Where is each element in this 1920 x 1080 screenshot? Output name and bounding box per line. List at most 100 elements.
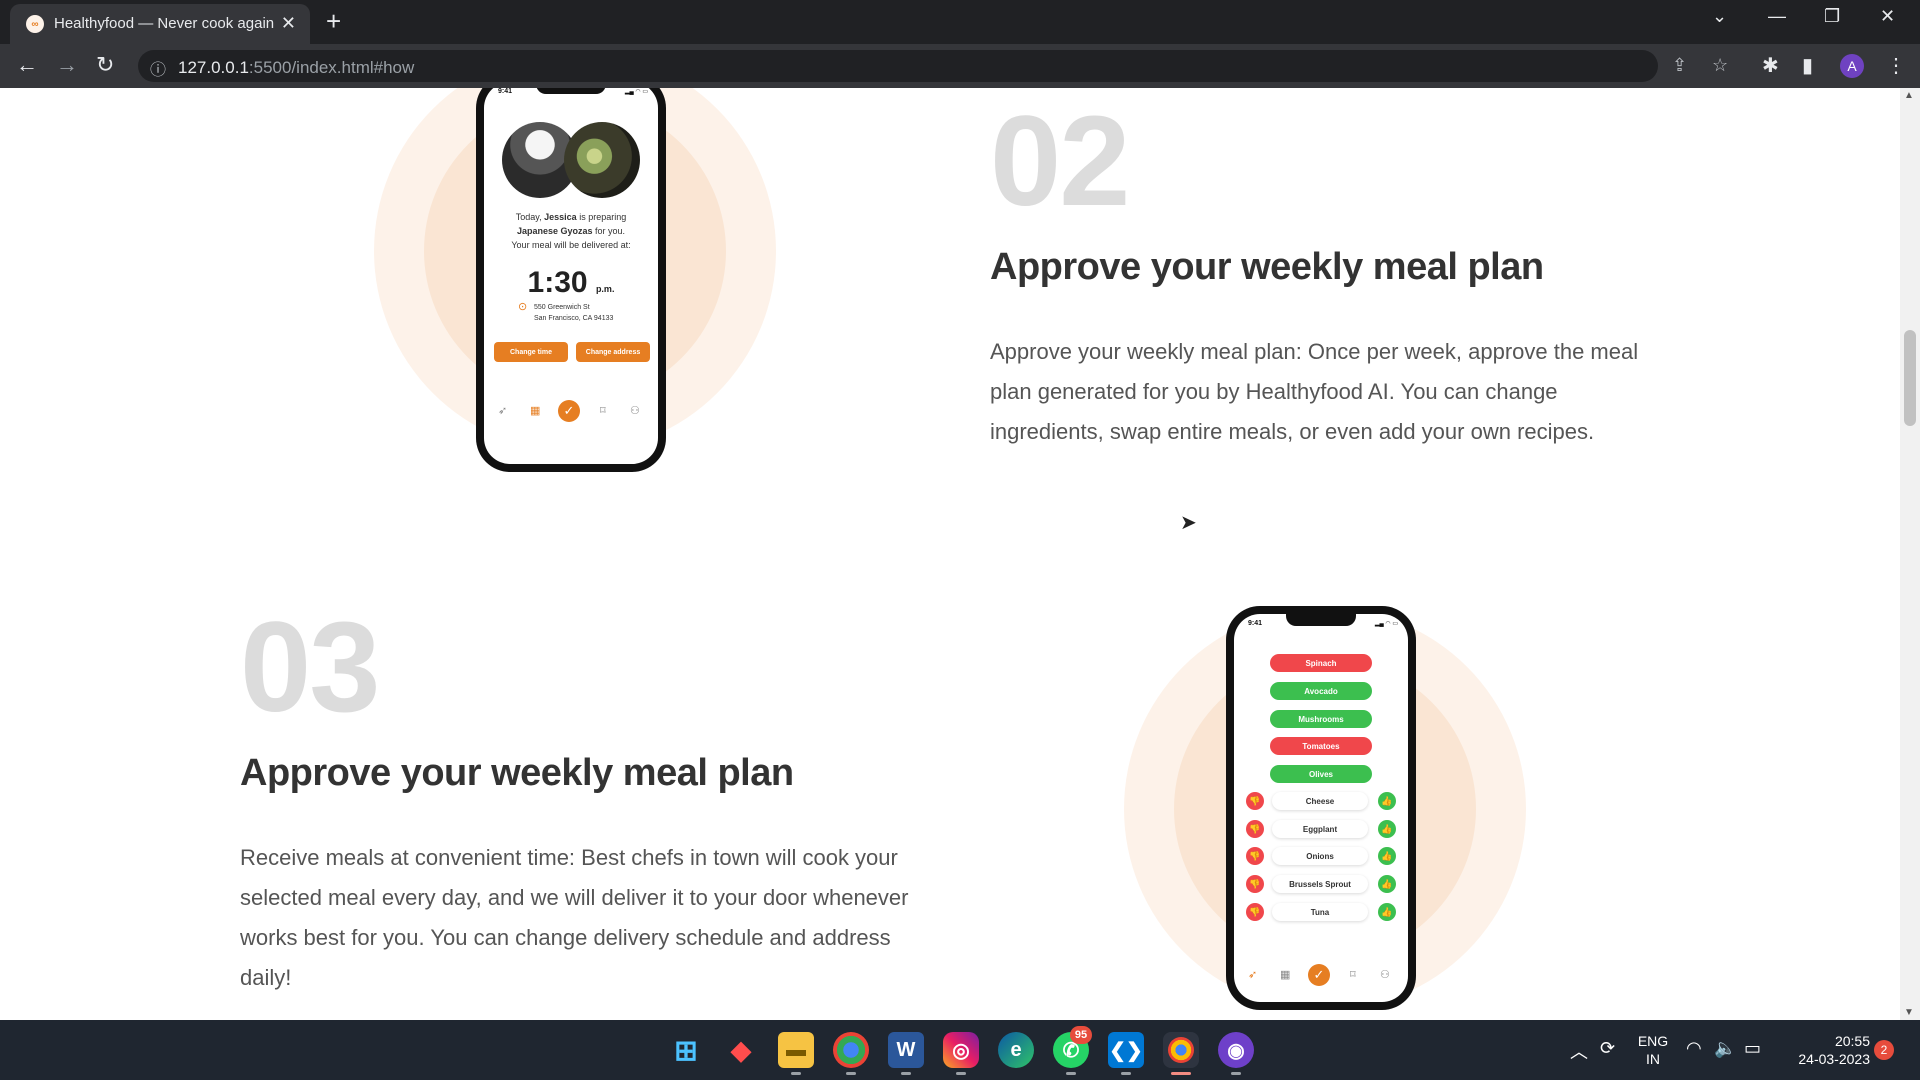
thumbs-up-icon[interactable]: 👍 xyxy=(1378,847,1396,865)
back-button[interactable]: ← xyxy=(16,52,38,78)
ingredient-pill[interactable]: Mushrooms xyxy=(1270,710,1372,728)
share-icon[interactable]: ⇪ xyxy=(1672,55,1687,76)
delivery-address: 550 Greenwich St San Francisco, CA 94133 xyxy=(534,304,614,322)
running-indicator xyxy=(791,1072,801,1075)
change-address-button[interactable]: Change address xyxy=(576,342,650,362)
bookmark-icon[interactable]: ⌑ xyxy=(600,404,606,417)
instagram-icon[interactable]: ◎ xyxy=(943,1032,979,1068)
whatsapp-badge: 95 xyxy=(1070,1026,1092,1044)
calendar-icon[interactable]: ▦ xyxy=(530,404,540,417)
url-text: 127.0.0.1:5500/index.html#how xyxy=(178,58,415,77)
running-indicator xyxy=(846,1072,856,1075)
address-bar[interactable]: ⓘ 127.0.0.1:5500/index.html#how ⇪ ☆ xyxy=(138,50,1728,82)
status-time: 9:41 xyxy=(498,88,513,95)
tab-search-icon[interactable]: ⌄ xyxy=(1712,6,1727,27)
close-tab-icon[interactable]: ✕ xyxy=(281,13,296,34)
new-tab-button[interactable]: + xyxy=(326,6,341,37)
profile-avatar[interactable]: A xyxy=(1840,54,1864,78)
clock[interactable]: 20:55 24-03-2023 xyxy=(1780,1032,1870,1068)
thumbs-up-icon[interactable]: 👍 xyxy=(1378,875,1396,893)
browser-toolbar: ← → ↻ ⓘ 127.0.0.1:5500/index.html#how ⇪ … xyxy=(0,44,1920,88)
phone-notch xyxy=(1286,614,1356,626)
menu-icon[interactable]: ⋮ xyxy=(1886,53,1906,78)
ingredient-pill[interactable]: Avocado xyxy=(1270,682,1372,700)
chrome-active-icon[interactable] xyxy=(1163,1032,1199,1068)
status-icons: ▂▄ ◠ ▭ xyxy=(624,89,648,95)
extensions-icon[interactable]: ✱ xyxy=(1762,53,1779,78)
restore-button[interactable]: ❐ xyxy=(1824,6,1840,27)
ingredient-pill[interactable]: Tomatoes xyxy=(1270,737,1372,755)
anydesk-icon[interactable]: ◆ xyxy=(723,1032,759,1068)
chrome-icon[interactable] xyxy=(833,1032,869,1068)
active-indicator xyxy=(1171,1072,1191,1075)
vscode-icon[interactable]: ❮❯ xyxy=(1108,1032,1144,1068)
thumbs-down-icon[interactable]: 👎 xyxy=(1246,903,1264,921)
forward-button[interactable]: → xyxy=(56,52,78,78)
user-icon[interactable]: ⚇ xyxy=(630,404,640,417)
page-scrollbar[interactable]: ▲ ▼ xyxy=(1900,88,1920,1020)
thumbs-up-icon[interactable]: 👍 xyxy=(1378,903,1396,921)
rocket-icon[interactable]: ➶ xyxy=(498,404,507,417)
thumbs-up-icon[interactable]: 👍 xyxy=(1378,820,1396,838)
calendar-icon[interactable]: ▦ xyxy=(1280,968,1290,981)
change-time-button[interactable]: Change time xyxy=(494,342,568,362)
running-indicator xyxy=(1121,1072,1131,1075)
thumbs-down-icon[interactable]: 👎 xyxy=(1246,820,1264,838)
ingredient-pill[interactable]: Olives xyxy=(1270,765,1372,783)
thumbs-down-icon[interactable]: 👎 xyxy=(1246,792,1264,810)
running-indicator xyxy=(901,1072,911,1075)
scrollbar-thumb[interactable] xyxy=(1904,330,1916,426)
tab-title: Healthyfood — Never cook again xyxy=(54,15,274,32)
check-icon[interactable]: ✓ xyxy=(558,400,580,422)
wifi-icon[interactable]: ◠ xyxy=(1686,1038,1702,1059)
phone-bottom-nav: ➶ ▦ ✓ ⌑ ⚇ xyxy=(1234,960,1408,994)
step-number: 03 xyxy=(240,596,380,739)
page-viewport: 9:41 ▂▄ ◠ ▭ Today, Jessica is preparing … xyxy=(0,88,1900,1020)
status-icons: ▂▄ ◠ ▭ xyxy=(1374,621,1398,627)
word-icon[interactable]: W xyxy=(888,1032,924,1068)
notification-badge[interactable]: 2 xyxy=(1874,1040,1894,1060)
rocket-icon[interactable]: ➶ xyxy=(1248,968,1257,981)
reload-button[interactable]: ↻ xyxy=(96,52,114,78)
running-indicator xyxy=(956,1072,966,1075)
ingredient-row: Brussels Sprout xyxy=(1272,875,1368,893)
volume-icon[interactable]: 🔈 xyxy=(1714,1038,1736,1059)
edge-icon[interactable]: e xyxy=(998,1032,1034,1068)
language-indicator[interactable]: ENG IN xyxy=(1636,1032,1670,1068)
status-time: 9:41 xyxy=(1248,620,1263,627)
battery-icon[interactable]: ▭ xyxy=(1744,1038,1761,1059)
minimize-button[interactable]: — xyxy=(1768,6,1786,27)
os-taskbar: ⊞ ◆ ▬ W ◎ e ✆ 95 ❮❯ ◉ ︿ ⟳ ENG IN ◠ 🔈 ▭ 2… xyxy=(0,1020,1920,1080)
thumbs-down-icon[interactable]: 👎 xyxy=(1246,875,1264,893)
user-icon[interactable]: ⚇ xyxy=(1380,968,1390,981)
side-panel-icon[interactable]: ▮ xyxy=(1802,53,1813,78)
scroll-down-icon[interactable]: ▼ xyxy=(1904,1007,1914,1018)
preparing-text: Today, Jessica is preparing Japanese Gyo… xyxy=(511,212,631,250)
ingredient-row: Cheese xyxy=(1272,792,1368,810)
sync-icon[interactable]: ⟳ xyxy=(1600,1038,1615,1059)
windows-start-icon[interactable]: ⊞ xyxy=(668,1032,704,1068)
step-number: 02 xyxy=(990,90,1130,233)
check-icon[interactable]: ✓ xyxy=(1308,964,1330,986)
scroll-up-icon[interactable]: ▲ xyxy=(1904,90,1914,101)
location-pin-icon: ⊙ xyxy=(518,301,528,313)
file-explorer-icon[interactable]: ▬ xyxy=(778,1032,814,1068)
bookmark-star-icon[interactable]: ☆ xyxy=(1712,55,1728,76)
close-window-button[interactable]: ✕ xyxy=(1880,6,1895,27)
step-description: Receive meals at convenient time: Best c… xyxy=(240,845,909,990)
ingredient-row: Tuna xyxy=(1272,903,1368,921)
browser-tab[interactable]: ∞ Healthyfood — Never cook again ✕ xyxy=(10,4,310,44)
running-indicator xyxy=(1066,1072,1076,1075)
thumbs-up-icon[interactable]: 👍 xyxy=(1378,792,1396,810)
thumbs-down-icon[interactable]: 👎 xyxy=(1246,847,1264,865)
delivery-time: 1:30 p.m. xyxy=(527,266,615,299)
tray-expand-icon[interactable]: ︿ xyxy=(1570,1038,1588,1064)
site-info-icon[interactable]: ⓘ xyxy=(150,56,166,80)
browser-tab-strip: ∞ Healthyfood — Never cook again ✕ + ⌄ —… xyxy=(0,0,1920,44)
step-description: Approve your weekly meal plan: Once per … xyxy=(990,339,1639,444)
step-title: Approve your weekly meal plan xyxy=(990,246,1544,288)
bookmark-icon[interactable]: ⌑ xyxy=(1350,968,1356,981)
github-icon[interactable]: ◉ xyxy=(1218,1032,1254,1068)
ingredient-pill[interactable]: Spinach xyxy=(1270,654,1372,672)
step-title: Approve your weekly meal plan xyxy=(240,752,794,794)
